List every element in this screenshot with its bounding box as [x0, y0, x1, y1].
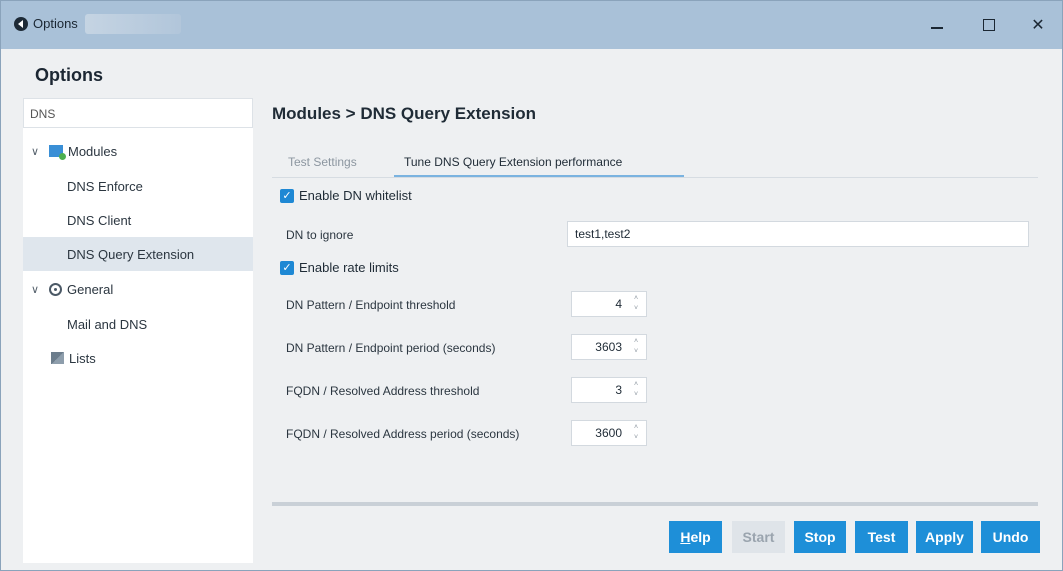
stepper-arrows[interactable]: ˄ ˅: [632, 338, 640, 356]
chevron-down-icon[interactable]: ˅: [634, 348, 638, 356]
tab-bar: Test Settings Tune DNS Query Extension p…: [272, 149, 1038, 178]
progress-separator: [272, 502, 1038, 506]
start-button[interactable]: Start: [732, 521, 785, 553]
page-title: Modules > DNS Query Extension: [272, 104, 537, 123]
enable-whitelist-checkbox[interactable]: ✓: [280, 188, 294, 203]
sidebar-item-dns-client[interactable]: DNS Client: [23, 203, 253, 237]
window-title: Options: [33, 16, 78, 31]
sidebar-search-input[interactable]: DNS: [23, 98, 253, 128]
sidebar-item-label: DNS Query Extension: [67, 246, 195, 262]
sidebar-item-label: Lists: [69, 350, 96, 366]
enable-whitelist-label: Enable DN whitelist: [299, 188, 412, 203]
active-tab-indicator: [394, 175, 684, 177]
chevron-up-icon[interactable]: ˄: [634, 381, 638, 389]
stepper-arrows[interactable]: ˄ ˅: [632, 424, 640, 442]
dn-pattern-period-label: DN Pattern / Endpoint period (seconds): [286, 341, 496, 355]
enable-rate-limits-option[interactable]: ✓ Enable rate limits: [280, 260, 399, 275]
modules-icon: [49, 145, 66, 160]
stepper-value: 3603: [595, 340, 622, 354]
sidebar: DNS ∨ Modules DNS Enforce DNS Client DNS…: [23, 98, 253, 563]
dn-pattern-threshold-stepper[interactable]: 4 ˄ ˅: [571, 291, 647, 317]
sidebar-item-mail-and-dns[interactable]: Mail and DNS: [23, 307, 253, 341]
stop-button[interactable]: Stop: [794, 521, 846, 553]
chevron-down-icon[interactable]: ∨: [31, 283, 45, 296]
stepper-arrows[interactable]: ˄ ˅: [632, 381, 640, 399]
options-heading: Options: [35, 65, 103, 85]
sidebar-item-lists[interactable]: Lists: [23, 341, 253, 375]
minimize-button[interactable]: [925, 13, 949, 37]
stepper-arrows[interactable]: ˄ ˅: [632, 295, 640, 313]
fqdn-period-label: FQDN / Resolved Address period (seconds): [286, 427, 520, 441]
dn-pattern-period-stepper[interactable]: 3603 ˄ ˅: [571, 334, 647, 360]
chevron-down-icon[interactable]: ∨: [31, 145, 45, 158]
fqdn-threshold-stepper[interactable]: 3 ˄ ˅: [571, 377, 647, 403]
dn-to-ignore-input[interactable]: test1,test2: [567, 221, 1029, 247]
chevron-down-icon[interactable]: ˅: [634, 434, 638, 442]
sidebar-item-dns-enforce[interactable]: DNS Enforce: [23, 169, 253, 203]
stepper-value: 3: [615, 383, 622, 397]
gear-icon: [49, 282, 62, 296]
sidebar-item-general[interactable]: ∨ General: [23, 272, 253, 306]
enable-rate-limits-checkbox[interactable]: ✓: [280, 260, 294, 275]
tab-test-settings[interactable]: Test Settings: [288, 155, 357, 169]
lists-icon: [51, 352, 64, 364]
chevron-down-icon[interactable]: ˅: [634, 305, 638, 313]
sidebar-item-label: Modules: [68, 143, 118, 159]
sidebar-item-label: General: [67, 281, 114, 297]
title-redacted-area: [85, 14, 181, 34]
help-label: elp: [690, 529, 711, 545]
help-button[interactable]: Help: [669, 521, 722, 553]
test-button[interactable]: Test: [855, 521, 908, 553]
options-window: Options ✕ Options DNS ∨ Modules DNS Enfo…: [0, 0, 1063, 571]
undo-button[interactable]: Undo: [981, 521, 1040, 553]
maximize-button[interactable]: [977, 13, 1001, 37]
chevron-up-icon[interactable]: ˄: [634, 338, 638, 346]
stepper-value: 4: [615, 297, 622, 311]
sidebar-item-modules[interactable]: ∨ Modules: [23, 134, 253, 168]
fqdn-threshold-label: FQDN / Resolved Address threshold: [286, 384, 480, 398]
app-logo-icon: [14, 17, 28, 31]
sidebar-item-label: DNS Enforce: [67, 178, 143, 194]
sidebar-item-label: Mail and DNS: [67, 316, 148, 332]
help-mnemonic: H: [680, 529, 691, 545]
tab-tune-performance[interactable]: Tune DNS Query Extension performance: [404, 155, 622, 169]
sidebar-item-label: DNS Client: [67, 212, 132, 228]
stepper-value: 3600: [595, 426, 622, 440]
title-bar[interactable]: Options ✕: [1, 1, 1062, 49]
apply-button[interactable]: Apply: [916, 521, 973, 553]
chevron-down-icon[interactable]: ˅: [634, 391, 638, 399]
chevron-up-icon[interactable]: ˄: [634, 295, 638, 303]
fqdn-period-stepper[interactable]: 3600 ˄ ˅: [571, 420, 647, 446]
sidebar-item-dns-query-extension[interactable]: DNS Query Extension: [23, 237, 253, 271]
dn-to-ignore-label: DN to ignore: [286, 228, 354, 242]
close-button[interactable]: ✕: [1026, 13, 1050, 37]
dn-pattern-threshold-label: DN Pattern / Endpoint threshold: [286, 298, 456, 312]
enable-whitelist-option[interactable]: ✓ Enable DN whitelist: [280, 188, 412, 203]
enable-rate-limits-label: Enable rate limits: [299, 260, 399, 275]
chevron-up-icon[interactable]: ˄: [634, 424, 638, 432]
